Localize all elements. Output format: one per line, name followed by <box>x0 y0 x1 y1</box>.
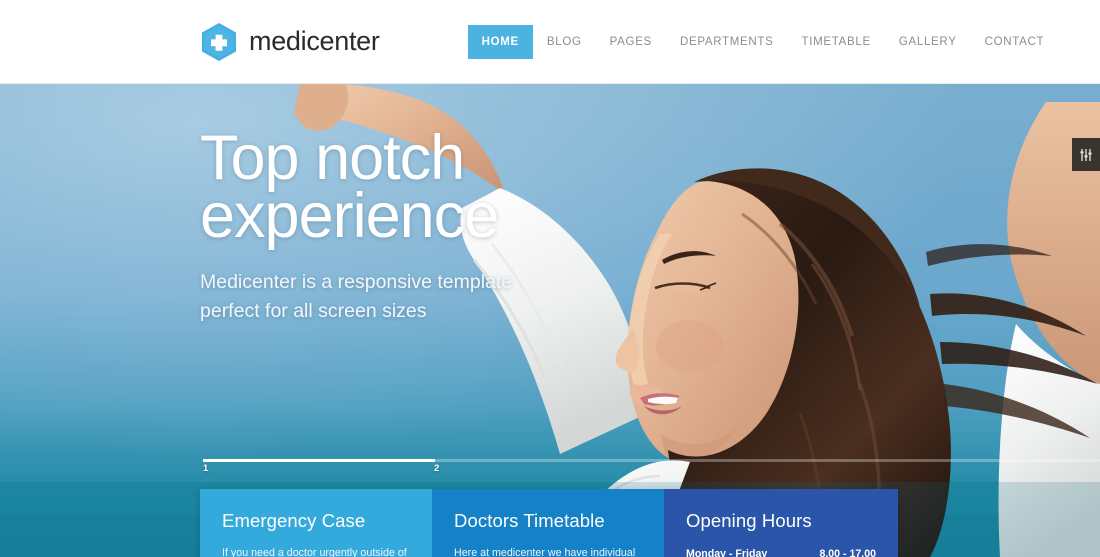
slider-progress-bar[interactable] <box>203 459 1100 462</box>
opening-hours-list: Monday - Friday 8.00 - 17.00 Saturday 9.… <box>686 545 876 557</box>
slider-progress-fill <box>203 459 435 462</box>
emergency-case-text: If you need a doctor urgently outside of… <box>222 547 407 557</box>
opening-hours-row: Monday - Friday 8.00 - 17.00 <box>686 545 876 557</box>
hero-title-line2: experience <box>200 180 499 251</box>
nav-item-departments[interactable]: DEPARTMENTS <box>666 25 788 59</box>
hero-title-line1: Top notch <box>200 123 465 193</box>
nav-item-blog[interactable]: BLOG <box>533 25 596 59</box>
brand-name: medicenter <box>249 26 380 56</box>
doctors-timetable-text: Here at medicenter we have individual do… <box>454 547 636 557</box>
opening-hours-time: 8.00 - 17.00 <box>819 548 876 557</box>
hero-slider: Top notch experience Medicenter is a res… <box>0 84 1100 557</box>
main-navigation: HOME BLOG PAGES DEPARTMENTS TIMETABLE GA… <box>467 0 1059 84</box>
slide-indicator-1[interactable]: 1 <box>203 463 208 474</box>
hero-subtitle-line1: Medicenter is a responsive template <box>200 270 513 293</box>
opening-hours-day: Monday - Friday <box>686 548 768 557</box>
info-boxes: Emergency Case If you need a doctor urge… <box>200 489 898 557</box>
theme-settings-toggle[interactable] <box>1072 138 1100 171</box>
nav-item-home[interactable]: HOME <box>467 24 533 59</box>
info-box-emergency-case: Emergency Case If you need a doctor urge… <box>200 489 432 557</box>
opening-hours-title: Opening Hours <box>686 510 812 531</box>
emergency-case-title: Emergency Case <box>222 510 366 531</box>
nav-item-contact[interactable]: CONTACT <box>971 25 1059 59</box>
info-box-opening-hours: Opening Hours Monday - Friday 8.00 - 17.… <box>664 489 898 557</box>
doctors-timetable-title: Doctors Timetable <box>454 510 605 531</box>
brand-logo[interactable]: medicenter <box>200 22 380 62</box>
hero-content: Top notch experience Medicenter is a res… <box>200 123 512 325</box>
hexagon-medical-cross-icon <box>200 22 238 62</box>
sliders-settings-icon <box>1079 148 1093 162</box>
nav-item-gallery[interactable]: GALLERY <box>885 25 971 59</box>
site-header: medicenter HOME BLOG PAGES DEPARTMENTS T… <box>0 0 1100 84</box>
slide-indicator-2[interactable]: 2 <box>434 463 439 474</box>
nav-item-pages[interactable]: PAGES <box>596 25 666 59</box>
hero-subtitle: Medicenter is a responsive template perf… <box>200 268 512 325</box>
nav-item-timetable[interactable]: TIMETABLE <box>787 25 884 59</box>
hero-photo <box>0 84 1100 557</box>
hero-subtitle-line2: perfect for all screen sizes <box>200 299 427 322</box>
hero-title: Top notch experience <box>200 123 512 251</box>
info-box-doctors-timetable: Doctors Timetable Here at medicenter we … <box>432 489 664 557</box>
